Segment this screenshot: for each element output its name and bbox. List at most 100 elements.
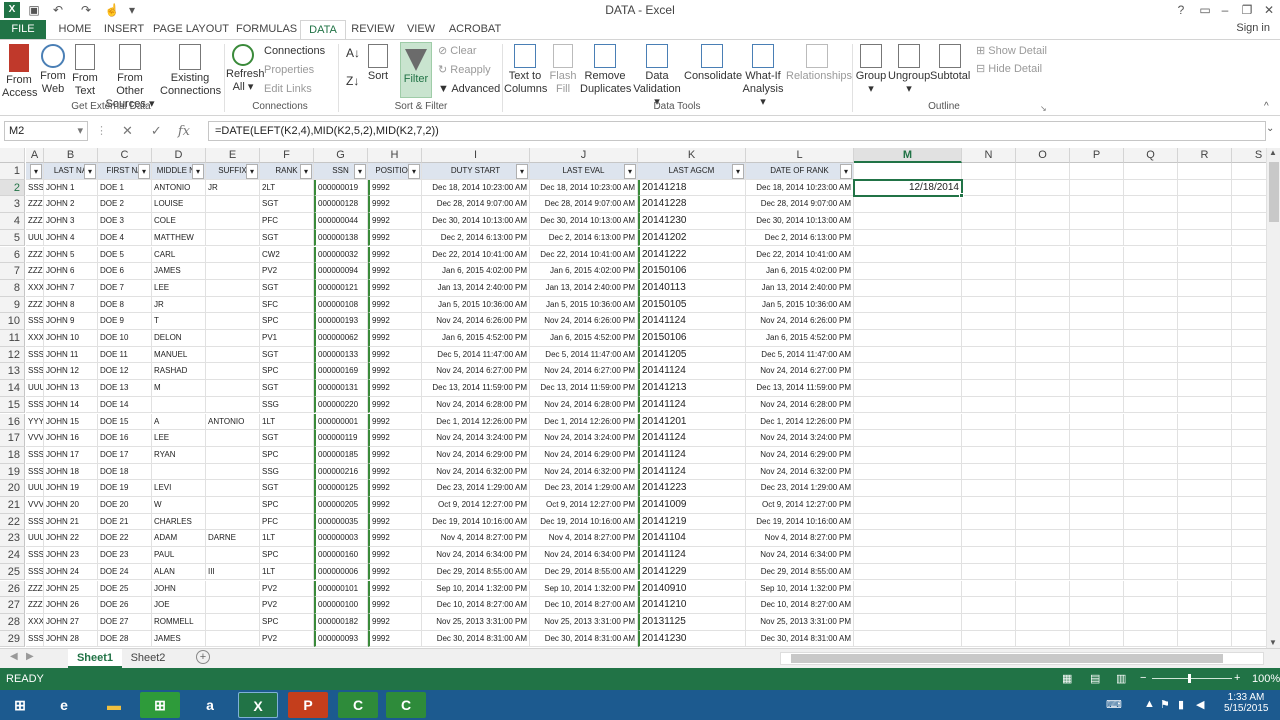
- cell[interactable]: [1232, 313, 1266, 330]
- table-cell[interactable]: 20150105: [638, 296, 746, 314]
- table-cell[interactable]: 20141210: [638, 597, 746, 614]
- table-cell[interactable]: [206, 330, 260, 347]
- table-cell[interactable]: COLE: [152, 213, 206, 230]
- cell[interactable]: [1070, 346, 1124, 364]
- cell[interactable]: [1178, 213, 1232, 230]
- cell[interactable]: [1070, 513, 1124, 531]
- table-cell[interactable]: 1LT: [260, 413, 314, 431]
- cell[interactable]: [1232, 180, 1266, 197]
- table-cell[interactable]: 20141124: [638, 547, 746, 564]
- column-header-g[interactable]: G: [314, 148, 368, 163]
- amazon-icon[interactable]: a: [190, 692, 230, 718]
- table-cell[interactable]: Oct 9, 2014 12:27:00 PM: [746, 497, 854, 514]
- cell[interactable]: [1178, 630, 1232, 648]
- scroll-thumb[interactable]: [1269, 162, 1279, 222]
- cell[interactable]: [1232, 581, 1266, 598]
- header-cell[interactable]: LAST EVAL: [530, 163, 638, 180]
- table-cell[interactable]: Nov 24, 2014 6:32:00 PM: [530, 463, 638, 481]
- table-cell[interactable]: Dec 28, 2014 9:07:00 AM: [746, 196, 854, 214]
- table-cell[interactable]: Oct 9, 2014 12:27:00 PM: [530, 497, 638, 514]
- cell[interactable]: [962, 179, 1016, 197]
- table-cell[interactable]: Jan 6, 2015 4:52:00 PM: [746, 330, 854, 347]
- cell[interactable]: [854, 597, 962, 614]
- table-cell[interactable]: [206, 263, 260, 280]
- cell[interactable]: [854, 229, 962, 247]
- cell[interactable]: [1232, 297, 1266, 314]
- insert-function-icon[interactable]: fx: [178, 124, 190, 139]
- cell[interactable]: [1070, 296, 1124, 314]
- table-cell[interactable]: Dec 30, 2014 8:31:00 AM: [746, 630, 854, 648]
- table-cell[interactable]: SSS: [26, 396, 44, 414]
- cell[interactable]: [1124, 346, 1178, 364]
- refresh-all-button[interactable]: Refresh All ▾: [226, 42, 265, 94]
- table-cell[interactable]: 20141229: [638, 563, 746, 581]
- table-cell[interactable]: SGT: [260, 380, 314, 397]
- cell[interactable]: [1070, 330, 1124, 347]
- table-cell[interactable]: ZZZ: [26, 246, 44, 264]
- table-cell[interactable]: Dec 30, 2014 8:31:00 AM: [422, 630, 530, 648]
- cell[interactable]: [962, 196, 1016, 214]
- table-cell[interactable]: Nov 4, 2014 8:27:00 PM: [530, 530, 638, 548]
- column-header-d[interactable]: D: [152, 148, 206, 163]
- table-cell[interactable]: 000000133: [314, 346, 368, 364]
- table-cell[interactable]: 9992: [368, 396, 422, 414]
- table-cell[interactable]: [206, 597, 260, 614]
- table-cell[interactable]: Nov 4, 2014 8:27:00 PM: [746, 530, 854, 548]
- table-cell[interactable]: Sep 10, 2014 1:32:00 PM: [746, 580, 854, 598]
- table-cell[interactable]: 9992: [368, 480, 422, 497]
- row-header[interactable]: 25: [0, 563, 25, 581]
- camtasia-recorder-icon[interactable]: C: [386, 692, 426, 718]
- table-cell[interactable]: ZZZ: [26, 580, 44, 598]
- table-cell[interactable]: 9992: [368, 530, 422, 548]
- table-cell[interactable]: A: [152, 413, 206, 431]
- cell[interactable]: [962, 580, 1016, 598]
- table-cell[interactable]: JOE: [152, 597, 206, 614]
- cell[interactable]: [1070, 263, 1124, 280]
- group-button[interactable]: Group ▾: [854, 42, 888, 96]
- table-cell[interactable]: XXX: [26, 279, 44, 297]
- table-cell[interactable]: 9992: [368, 430, 422, 447]
- cell[interactable]: [1016, 597, 1070, 614]
- cell[interactable]: [1070, 229, 1124, 247]
- cell[interactable]: [1178, 229, 1232, 247]
- table-cell[interactable]: Nov 24, 2014 6:34:00 PM: [422, 547, 530, 564]
- table-cell[interactable]: YYY: [26, 413, 44, 431]
- cell[interactable]: [1124, 296, 1178, 314]
- table-cell[interactable]: JOHN 28: [44, 630, 98, 648]
- cell[interactable]: [854, 296, 962, 314]
- table-cell[interactable]: [206, 380, 260, 397]
- cell[interactable]: [1178, 296, 1232, 314]
- cell[interactable]: [1016, 513, 1070, 531]
- cell[interactable]: [1124, 263, 1178, 280]
- tab-file[interactable]: FILE: [0, 20, 46, 39]
- table-cell[interactable]: Dec 23, 2014 1:29:00 AM: [422, 480, 530, 497]
- header-cell[interactable]: DUTY START: [422, 163, 530, 180]
- table-cell[interactable]: Nov 24, 2014 6:28:00 PM: [746, 396, 854, 414]
- table-cell[interactable]: 20141124: [638, 396, 746, 414]
- table-cell[interactable]: ALAN: [152, 563, 206, 581]
- table-cell[interactable]: JOHN 16: [44, 430, 98, 447]
- cell[interactable]: [1070, 480, 1124, 497]
- table-cell[interactable]: 9992: [368, 330, 422, 347]
- sort-az-icon[interactable]: A↓: [346, 46, 360, 60]
- table-cell[interactable]: JOHN 23: [44, 547, 98, 564]
- fill-handle[interactable]: [959, 193, 964, 199]
- table-cell[interactable]: LOUISE: [152, 196, 206, 214]
- tab-page-layout[interactable]: PAGE LAYOUT: [150, 20, 232, 39]
- cell[interactable]: [1124, 246, 1178, 264]
- table-cell[interactable]: SSG: [260, 396, 314, 414]
- cell[interactable]: [1070, 196, 1124, 214]
- column-header-j[interactable]: J: [530, 148, 638, 163]
- cell[interactable]: [962, 330, 1016, 347]
- cell[interactable]: [962, 363, 1016, 381]
- cell[interactable]: [1124, 480, 1178, 497]
- table-cell[interactable]: DOE 2: [98, 196, 152, 214]
- column-header-b[interactable]: B: [44, 148, 98, 163]
- header-cell[interactable]: SUFFIX: [206, 163, 260, 180]
- cell[interactable]: [1124, 330, 1178, 347]
- table-cell[interactable]: 20140113: [638, 279, 746, 297]
- network-icon[interactable]: ▮: [1178, 698, 1184, 711]
- row-header[interactable]: 26: [0, 580, 25, 598]
- cell[interactable]: [1016, 313, 1070, 330]
- enter-icon[interactable]: ✓: [151, 123, 162, 138]
